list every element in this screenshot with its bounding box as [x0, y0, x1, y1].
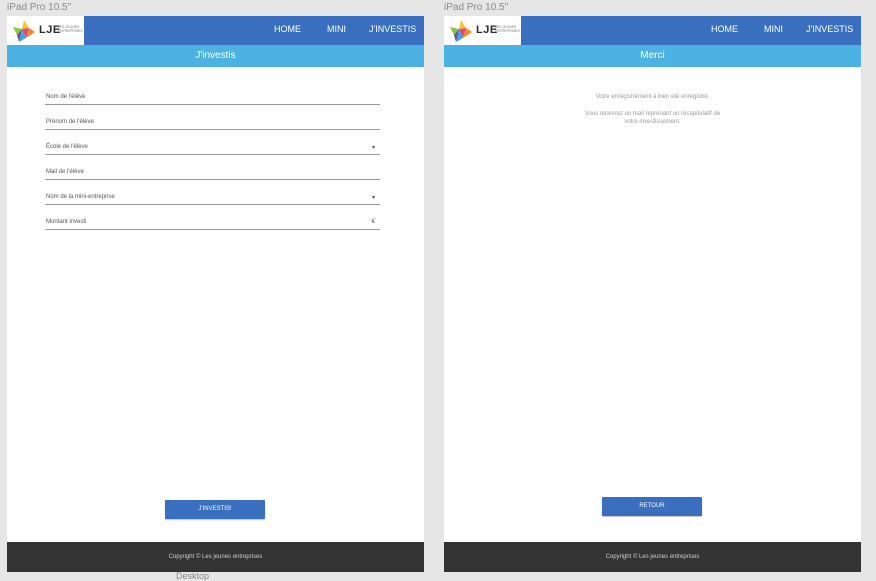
nav-mini[interactable]: MINI [327, 24, 346, 34]
logo[interactable]: LJE LES JEUNES ENTREPRISES [7, 16, 84, 45]
lje-logo-icon [450, 20, 472, 42]
amount-field[interactable]: Montant investi € [45, 215, 380, 230]
nav-home[interactable]: HOME [274, 24, 301, 34]
desktop-artboard-label: Desktop [176, 571, 210, 581]
nav-jinvestis[interactable]: J'INVESTIS [369, 24, 416, 34]
confirmation-message: Votre enregistrement à bien été enregist… [595, 94, 710, 100]
email-notice-line-2: votre investissement. [624, 119, 681, 125]
nav-home[interactable]: HOME [711, 24, 738, 34]
field-label: École de l'élève [46, 144, 88, 150]
field-label: Nom de la mini-entreprise [46, 194, 115, 200]
navbar: LJE LES JEUNES ENTREPRISES HOME MINI J'I… [7, 16, 424, 45]
logo-subtext: LES JEUNES ENTREPRISES [495, 25, 520, 33]
field-label: Nom de l'élève [46, 94, 86, 100]
chevron-down-icon: ▾ [371, 195, 375, 201]
logo-subtext: LES JEUNES ENTREPRISES [58, 25, 83, 33]
page-title: Merci [444, 45, 861, 67]
footer: Copyright © Les jeunes entreprises [7, 542, 424, 572]
lje-logo-icon [13, 20, 35, 42]
logo[interactable]: LJE LES JEUNES ENTREPRISES [444, 16, 521, 45]
nav-jinvestis[interactable]: J'INVESTIS [806, 24, 853, 34]
field-label: Montant investi [46, 219, 87, 225]
artboard-label: iPad Pro 10.5" [444, 2, 509, 13]
student-email-field[interactable]: Mail de l'élève [45, 165, 380, 180]
field-label: Mail de l'élève [46, 169, 84, 175]
student-firstname-field[interactable]: Prénom de l'élève [45, 115, 380, 130]
email-notice-line-1: Vous recevrez un mail reprenant un récap… [584, 111, 721, 117]
back-button[interactable]: RETOUR [602, 497, 702, 516]
student-lastname-field[interactable]: Nom de l'élève [45, 90, 380, 105]
chevron-down-icon: ▾ [371, 145, 375, 151]
investment-form-frame: LJE LES JEUNES ENTREPRISES HOME MINI J'I… [7, 16, 424, 572]
invest-button[interactable]: J'INVESTIS! [165, 500, 265, 519]
school-select[interactable]: École de l'élève ▾ [45, 140, 380, 155]
mini-enterprise-select[interactable]: Nom de la mini-entreprise ▾ [45, 190, 380, 205]
euro-icon: € [371, 219, 375, 225]
footer: Copyright © Les jeunes entreprises [444, 542, 861, 572]
nav-mini[interactable]: MINI [764, 24, 783, 34]
artboard-label: iPad Pro 10.5" [7, 2, 72, 13]
thank-you-frame: LJE LES JEUNES ENTREPRISES HOME MINI J'I… [444, 16, 861, 572]
navbar: LJE LES JEUNES ENTREPRISES HOME MINI J'I… [444, 16, 861, 45]
page-title: J'investis [7, 45, 424, 67]
field-label: Prénom de l'élève [46, 119, 94, 125]
